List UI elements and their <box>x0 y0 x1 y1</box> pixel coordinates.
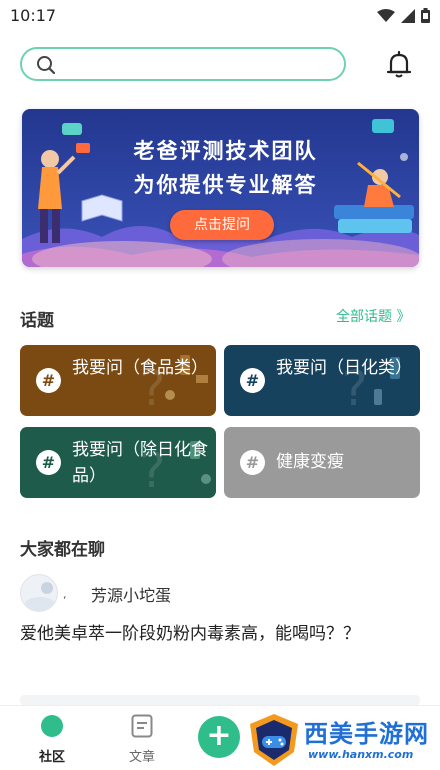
topic-label: 我要问（除日化食品） <box>72 440 208 486</box>
banner-title-line2: 为你提供专业解答 <box>133 173 318 197</box>
wifi-icon <box>377 8 395 22</box>
watermark: 西美手游网 www.hanxm.com <box>246 710 440 770</box>
bell-icon[interactable] <box>384 50 414 80</box>
status-bar: 10:17 <box>0 0 440 32</box>
search-icon <box>37 56 56 75</box>
topic-label: 我要问（日化类） <box>276 358 412 378</box>
nav-articles-label: 文章 <box>128 750 155 765</box>
search-bar[interactable] <box>20 47 346 81</box>
add-icon[interactable]: + <box>198 716 240 758</box>
signal-icon <box>401 8 415 23</box>
hash-icon: # <box>240 450 265 475</box>
post-text[interactable]: 爱他美卓萃一阶段奶粉内毒素高，能喝吗？？ <box>20 620 400 648</box>
hash-icon: # <box>36 368 61 393</box>
topic-label: 健康变瘦 <box>276 452 344 472</box>
topic-card-daily-chemicals[interactable]: ? # 我要问（日化类） <box>224 345 420 416</box>
topic-card-food[interactable]: ? # 我要问（食品类） <box>20 345 216 416</box>
hash-icon: # <box>36 450 61 475</box>
nav-community[interactable]: 社区 <box>22 714 82 765</box>
see-all-topics-link[interactable]: 全部话题 》 <box>336 306 410 326</box>
status-icons <box>377 8 430 23</box>
banner-title-line1: 老爸评测技术团队 <box>133 139 318 163</box>
post-divider <box>20 695 420 705</box>
ask-question-button[interactable]: 点击提问 <box>170 210 274 240</box>
watermark-title: 西美手游网 <box>304 720 429 748</box>
chat-section-title: 大家都在聊 <box>20 540 105 560</box>
search-input[interactable] <box>66 53 336 75</box>
watermark-url: www.hanxm.com <box>308 748 414 761</box>
avatar[interactable] <box>20 574 58 612</box>
nav-community-label: 社区 <box>38 750 65 765</box>
status-time: 10:17 <box>10 6 57 25</box>
battery-icon <box>421 8 430 23</box>
hash-icon: # <box>240 368 265 393</box>
community-icon <box>41 715 63 737</box>
topic-label: 我要问（食品类） <box>72 358 208 378</box>
author-name[interactable]: 芳源小坨蛋 <box>91 582 171 606</box>
topic-card-other[interactable]: ? # 我要问（除日化食品） <box>20 427 216 498</box>
avatar-image <box>24 582 56 611</box>
topic-card-health[interactable]: # 健康变瘦 <box>224 427 420 498</box>
article-icon <box>131 714 153 738</box>
gamepad-logo-icon <box>250 714 298 766</box>
promo-banner[interactable]: 老爸评测技术团队 为你提供专业解答 点击提问 <box>22 109 419 267</box>
topics-title: 话题 <box>20 311 54 331</box>
nav-articles[interactable]: 文章 <box>112 714 172 765</box>
